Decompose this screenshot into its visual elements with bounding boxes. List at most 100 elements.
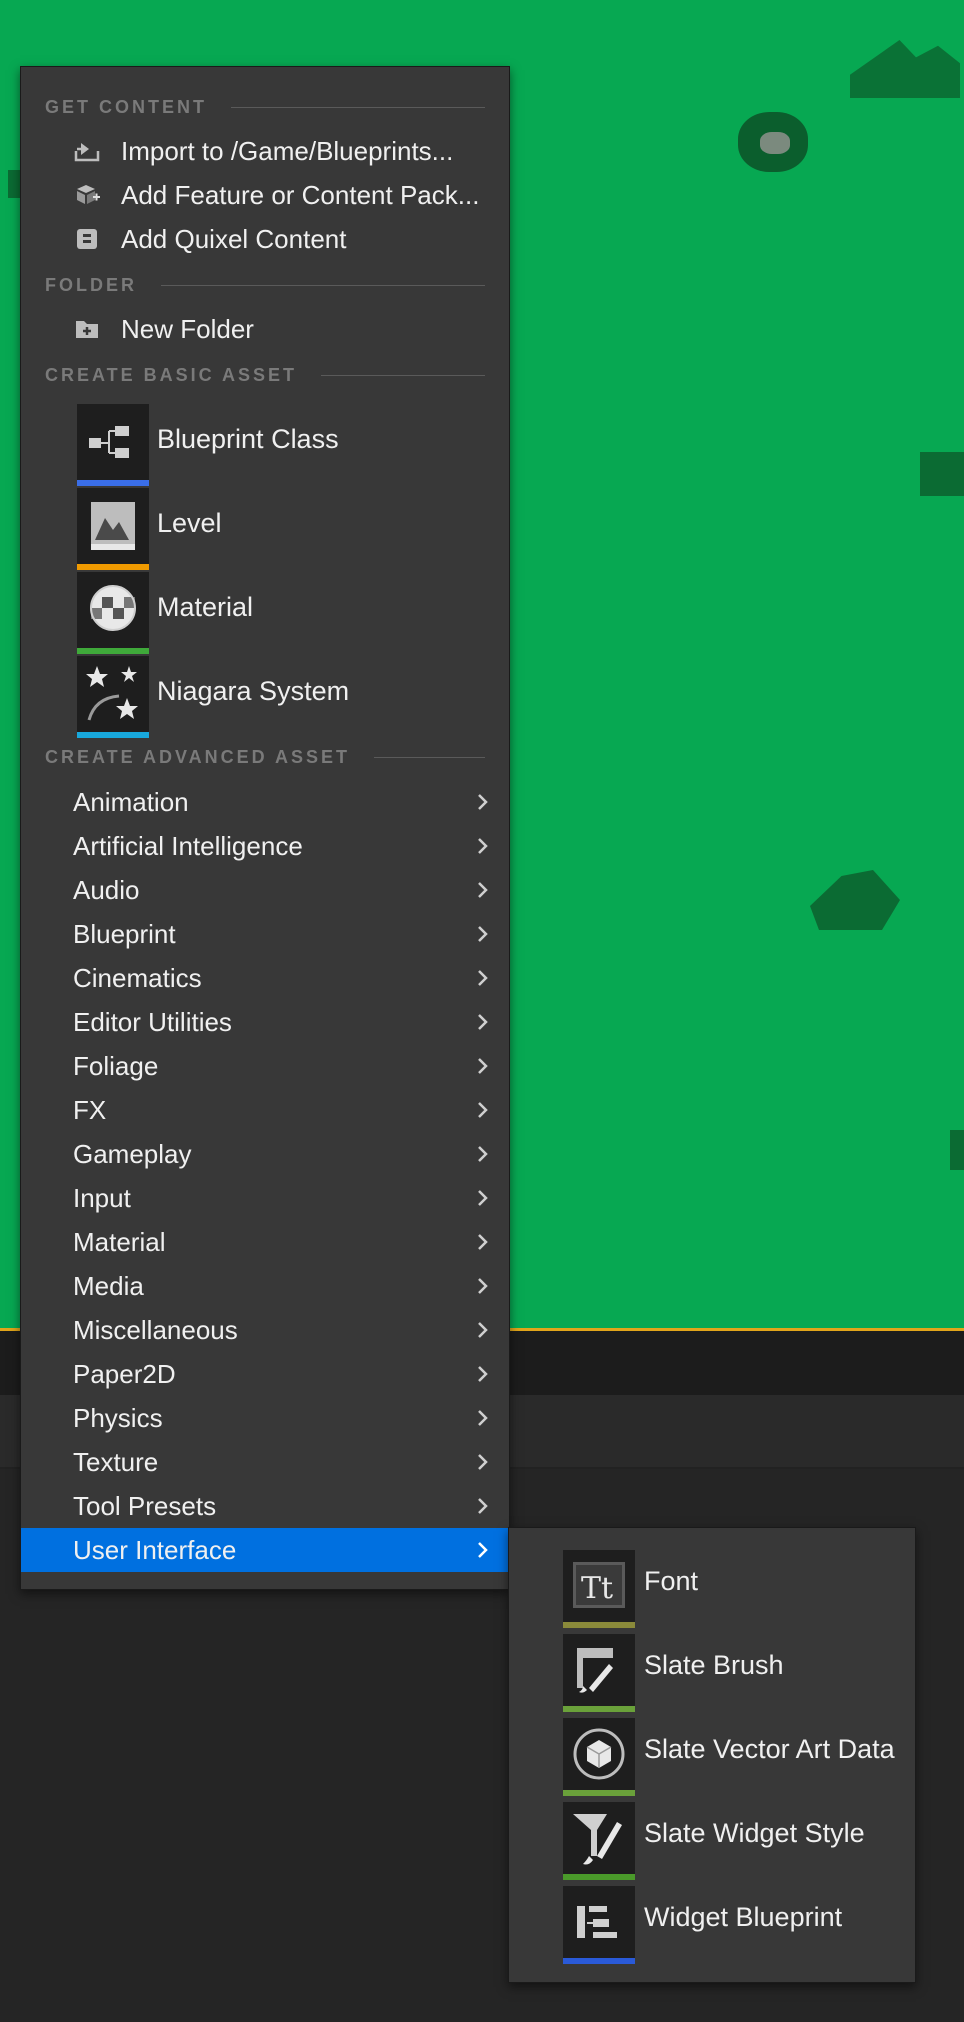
asset-color-bar [77,480,149,486]
submenu-label: Media [73,1271,144,1301]
asset-color-bar [563,1958,635,1964]
submenu-label: Audio [73,875,140,905]
import-icon [74,143,100,162]
menu-item-label: Add Feature or Content Pack... [121,179,480,210]
submenu-physics[interactable]: Physics [21,1396,509,1440]
submenu-label: Artificial Intelligence [73,831,303,861]
submenu-paper2d[interactable]: Paper2D [21,1352,509,1396]
asset-label: Level [157,508,222,538]
submenu-label: Texture [73,1447,159,1477]
section-divider [161,284,485,286]
rock-highlight [760,132,790,154]
submenu-input[interactable]: Input [21,1176,509,1220]
menu-item-add-feature-pack[interactable]: Add Feature or Content Pack... [21,173,509,217]
submenu-label: Gameplay [73,1139,192,1169]
submenu-material[interactable]: Material [21,1220,509,1264]
foliage-shape [8,170,20,198]
new-folder-icon [76,321,98,338]
menu-item-slate-brush[interactable]: Slate Brush [509,1612,915,1712]
submenu-blueprint[interactable]: Blueprint [21,912,509,956]
level-icon [91,502,135,550]
submenu-animation[interactable]: Animation [21,780,509,824]
section-divider [231,106,485,108]
submenu-miscellaneous[interactable]: Miscellaneous [21,1308,509,1352]
chevron-right-icon [478,926,488,942]
menu-item-material[interactable]: Material [21,572,509,656]
section-divider [374,756,485,758]
foliage-shape [950,1130,964,1170]
chevron-right-icon [478,1102,488,1118]
section-title: FOLDER [45,274,137,295]
menu-item-level[interactable]: Level [21,488,509,572]
menu-item-font[interactable]: Tt Font [509,1528,915,1628]
submenu-artificial-intelligence[interactable]: Artificial Intelligence [21,824,509,868]
context-menu: GET CONTENT Import to /Game/Blueprints..… [20,66,510,1590]
submenu-label: Miscellaneous [73,1315,238,1345]
submenu-fx[interactable]: FX [21,1088,509,1132]
asset-label: Slate Vector Art Data [644,1734,895,1764]
asset-color-bar [77,564,149,570]
menu-item-slate-vector-art-data[interactable]: Slate Vector Art Data [509,1696,915,1796]
chevron-right-icon [478,970,488,986]
chevron-right-icon [478,1146,488,1162]
submenu-foliage[interactable]: Foliage [21,1044,509,1088]
submenu-label: Editor Utilities [73,1007,232,1037]
submenu-label: Input [73,1183,131,1213]
chevron-right-icon [478,794,488,810]
submenu-label: Paper2D [73,1359,176,1389]
submenu-editor-utilities[interactable]: Editor Utilities [21,1000,509,1044]
svg-text:Tt: Tt [581,1571,613,1606]
asset-thumbnail [77,656,149,738]
menu-item-label: Import to /Game/Blueprints... [121,135,454,166]
submenu-media[interactable]: Media [21,1264,509,1308]
asset-thumbnail [77,404,149,486]
user-interface-submenu: Tt Font Slate Brush Slate Vector Art Dat… [508,1527,916,1983]
chevron-right-icon [478,1058,488,1074]
menu-item-slate-widget-style[interactable]: Slate Widget Style [509,1780,915,1880]
section-title: CREATE BASIC ASSET [45,364,298,385]
submenu-texture[interactable]: Texture [21,1440,509,1484]
section-divider [321,374,485,376]
asset-thumbnail [77,488,149,570]
submenu-cinematics[interactable]: Cinematics [21,956,509,1000]
chevron-right-icon [478,1322,488,1338]
section-folder: FOLDER [45,275,485,295]
menu-item-import[interactable]: Import to /Game/Blueprints... [21,129,509,173]
asset-thumbnail [563,1886,635,1964]
asset-label: Font [644,1566,699,1596]
asset-color-bar [77,732,149,738]
asset-label: Widget Blueprint [644,1902,843,1932]
menu-item-label: Add Quixel Content [121,223,347,254]
menu-item-label: New Folder [121,313,254,344]
section-create-basic-asset: CREATE BASIC ASSET [45,365,485,385]
content-pack-icon [77,185,100,204]
submenu-label: Material [73,1227,166,1257]
chevron-right-icon [478,1410,488,1426]
menu-item-add-quixel[interactable]: Add Quixel Content [21,217,509,261]
submenu-gameplay[interactable]: Gameplay [21,1132,509,1176]
chevron-right-icon [478,1014,488,1030]
chevron-right-icon [478,1498,488,1514]
menu-item-niagara-system[interactable]: Niagara System [21,656,509,740]
chevron-right-icon [478,838,488,854]
section-title: GET CONTENT [45,96,207,117]
chevron-right-icon [478,1542,488,1558]
foliage-shape [810,870,900,930]
chevron-right-icon [478,1190,488,1206]
submenu-label: User Interface [73,1535,237,1565]
submenu-label: Cinematics [73,963,202,993]
menu-item-blueprint-class[interactable]: Blueprint Class [21,404,509,488]
menu-item-widget-blueprint[interactable]: Widget Blueprint [509,1864,915,1964]
foliage-shape [920,452,964,496]
submenu-user-interface[interactable]: User Interface [21,1528,509,1572]
blueprint-class-icon [89,426,129,458]
asset-label: Material [157,592,254,622]
asset-color-bar [77,648,149,654]
menu-item-new-folder[interactable]: New Folder [21,307,509,351]
submenu-label: Tool Presets [73,1491,217,1521]
chevron-right-icon [478,1234,488,1250]
niagara-icon [86,666,138,721]
submenu-tool-presets[interactable]: Tool Presets [21,1484,509,1528]
foliage-shape [850,40,960,98]
submenu-audio[interactable]: Audio [21,868,509,912]
